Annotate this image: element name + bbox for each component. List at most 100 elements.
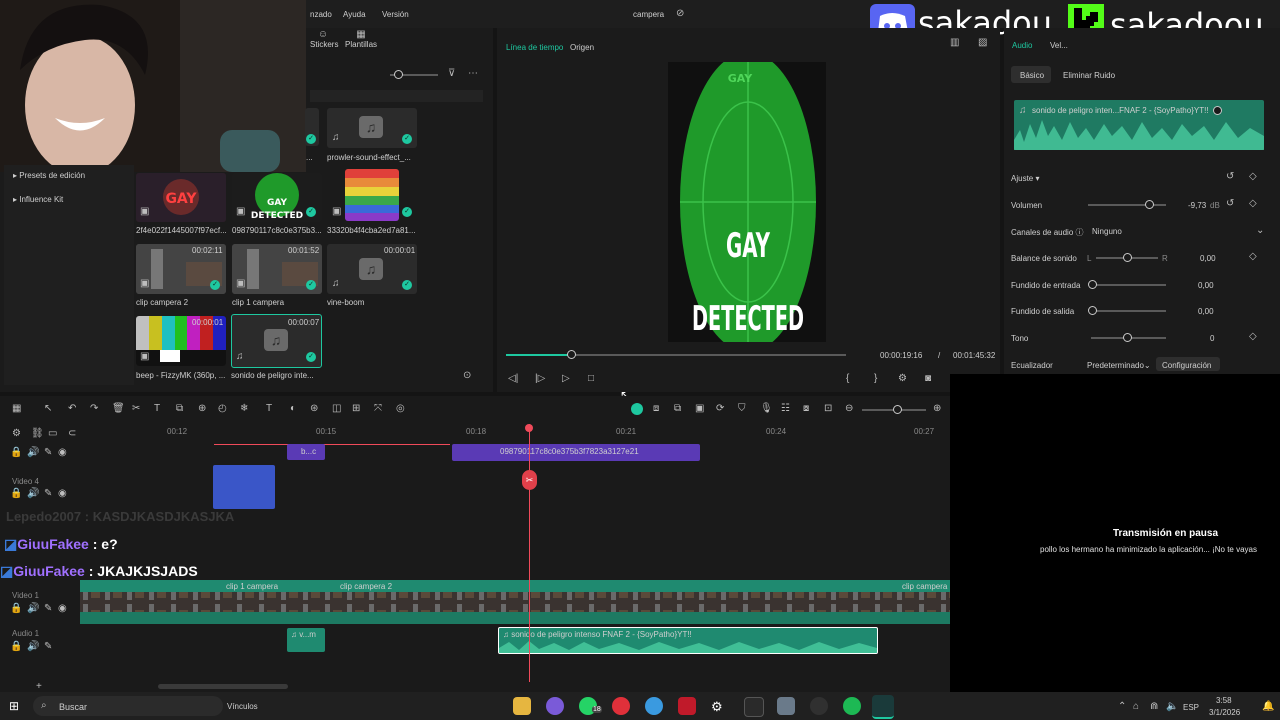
tab-templates[interactable]: ▦ Plantillas [345,30,377,50]
keyframe-tool-icon[interactable]: ⊞ [352,404,360,414]
link-icon[interactable]: ⛓ [31,429,44,439]
play-icon[interactable]: ▷ [562,374,570,384]
ai-tool-icon[interactable]: ⊛ [310,404,318,414]
lock-icon[interactable]: 🔒 [10,642,22,652]
settings-gear-icon[interactable]: ⚙ [711,699,723,715]
visibility-icon[interactable]: ◉ [58,604,67,614]
mark-in-icon[interactable]: { [846,374,849,384]
pen-icon[interactable]: ✎ [44,448,52,458]
media-thumb-image-3[interactable] [345,169,399,221]
visibility-icon[interactable]: ◉ [58,489,67,499]
tree-item-presets[interactable]: ▸ Presets de edición [13,171,85,180]
tab-source[interactable]: Origen [570,43,594,52]
tab-audio[interactable]: Audio [1012,41,1032,50]
freeze-icon[interactable]: ❄ [240,404,248,414]
taskbar-links[interactable]: Vínculos [227,702,258,711]
lock-icon[interactable]: 🔒 [10,489,22,499]
more-options-icon[interactable]: ⋯ [468,69,478,79]
language-indicator[interactable]: ESP [1183,703,1199,712]
tree-item-influence[interactable]: ▸ Influence Kit [13,195,63,204]
layout-grid-icon[interactable]: ▦ [12,404,21,414]
pitch-value[interactable]: 0 [1210,334,1214,343]
volume-slider[interactable] [1088,204,1166,206]
windows-start-icon[interactable]: ⊞ [9,699,19,713]
fade-out-value[interactable]: 0,00 [1198,307,1214,316]
delete-icon[interactable]: 🗑 [112,404,125,414]
clip-keyframe-knob[interactable] [1213,106,1222,115]
scroll-up-icon[interactable]: ⊙ [463,371,471,381]
clip-audio-short[interactable]: ♫ v...m [287,628,325,652]
clip-video4-stack[interactable] [213,465,275,509]
timeline-zoom-knob[interactable] [893,405,902,414]
tab-speed[interactable]: Vel... [1050,41,1068,50]
prev-frame-icon[interactable]: ◁| [508,374,518,384]
wifi-icon[interactable]: ⋒ [1150,702,1158,712]
fade-out-knob[interactable] [1088,306,1097,315]
pip-icon[interactable]: ⧇ [803,404,809,414]
adobe-icon[interactable] [678,697,696,715]
settings-icon[interactable]: ⚙ [898,374,907,384]
media-search-bar[interactable] [310,90,483,102]
volume-knob[interactable] [1144,200,1154,209]
magnet-icon[interactable]: ⊂ [68,429,76,439]
thumbnail-size-knob[interactable] [394,70,403,79]
mute-icon[interactable]: 🔊 [27,489,39,499]
color-icon[interactable]: ◐ [290,404,296,414]
editor-app-icon[interactable] [872,695,894,719]
filter-icon[interactable]: ⊽ [448,69,455,79]
zoom-icon[interactable]: ⊕ [198,404,206,414]
track-settings-icon[interactable]: ⚙ [12,429,21,439]
zoom-in-icon[interactable]: ⊕ [933,404,941,414]
network-icon[interactable]: ⌂ [1133,702,1139,712]
epic-games-icon[interactable] [744,697,764,717]
tab-timeline[interactable]: Línea de tiempo [506,43,563,52]
caption-icon[interactable]: ▭ [48,429,57,439]
sync-icon[interactable]: ⟳ [716,404,724,414]
menu-item-prev[interactable]: nzado [310,10,332,19]
mute-icon[interactable]: 🔊 [27,448,39,458]
volume-icon[interactable]: 🔈 [1166,702,1178,712]
marker-icon[interactable]: ⊡ [824,404,832,414]
video1-track-clips[interactable]: clip 1 campera clip campera 2 clip campe… [80,580,954,624]
layout-icon[interactable]: ▥ [950,38,959,48]
chevron-up-icon[interactable]: ⌃ [1118,702,1126,712]
scissors-icon[interactable]: ✂ [522,470,537,490]
image-icon[interactable]: ▣ [695,404,704,414]
mixer-icon[interactable]: ☷ [781,404,790,414]
stop-icon[interactable]: □ [588,374,594,384]
reset-icon[interactable]: ↺ [1226,172,1234,182]
lock-icon[interactable]: 🔒 [10,604,22,614]
microphone-icon[interactable]: 🎙 [760,404,773,414]
playhead[interactable] [529,424,530,682]
menu-item-version[interactable]: Versión [382,10,409,19]
snapshot-icon[interactable]: ◙ [925,374,931,384]
obs-icon[interactable] [810,697,828,715]
stabilize-icon[interactable]: ◎ [396,404,405,414]
step-play-icon[interactable]: |▷ [535,374,545,384]
menu-item-help[interactable]: Ayuda [343,10,366,19]
mute-icon[interactable]: 🔊 [27,642,39,652]
channels-select[interactable]: Ninguno [1092,227,1122,236]
export-frame-icon[interactable]: ⧉ [674,404,681,414]
spotify-icon[interactable] [843,697,861,715]
balance-knob[interactable] [1123,253,1132,262]
tab-stickers[interactable]: ☺ Stickers [310,30,338,50]
redo-icon[interactable]: ↷ [90,404,98,414]
keyframe-icon[interactable]: ◇ [1249,172,1257,182]
lock-icon[interactable]: 🔒 [10,448,22,458]
undo-icon[interactable]: ↶ [68,404,76,414]
mark-out-icon[interactable]: } [874,374,877,384]
clip-top-small[interactable]: b...c [287,444,325,460]
clip-audio-long-selected[interactable]: ♫ sonido de peligro intenso FNAF 2 - {So… [498,627,878,654]
mask-icon[interactable]: ◫ [332,404,341,414]
ai-assistant-icon[interactable] [631,403,643,415]
media-player-icon[interactable] [612,697,630,715]
shield-icon[interactable]: ⛉ [738,404,746,414]
split-icon[interactable]: ✂ [132,404,140,414]
pen-icon[interactable]: ✎ [44,489,52,499]
mute-icon[interactable]: 🔊 [27,604,39,614]
timeline-ruler[interactable]: 00:12 00:15 00:18 00:21 00:24 00:27 [80,424,950,440]
text-tool-icon[interactable]: T [154,404,160,414]
clip-top-long[interactable]: 098790117c8c0e375b3f7823a3127e21 [452,444,700,461]
select-tool-icon[interactable]: ↖ [44,404,52,414]
